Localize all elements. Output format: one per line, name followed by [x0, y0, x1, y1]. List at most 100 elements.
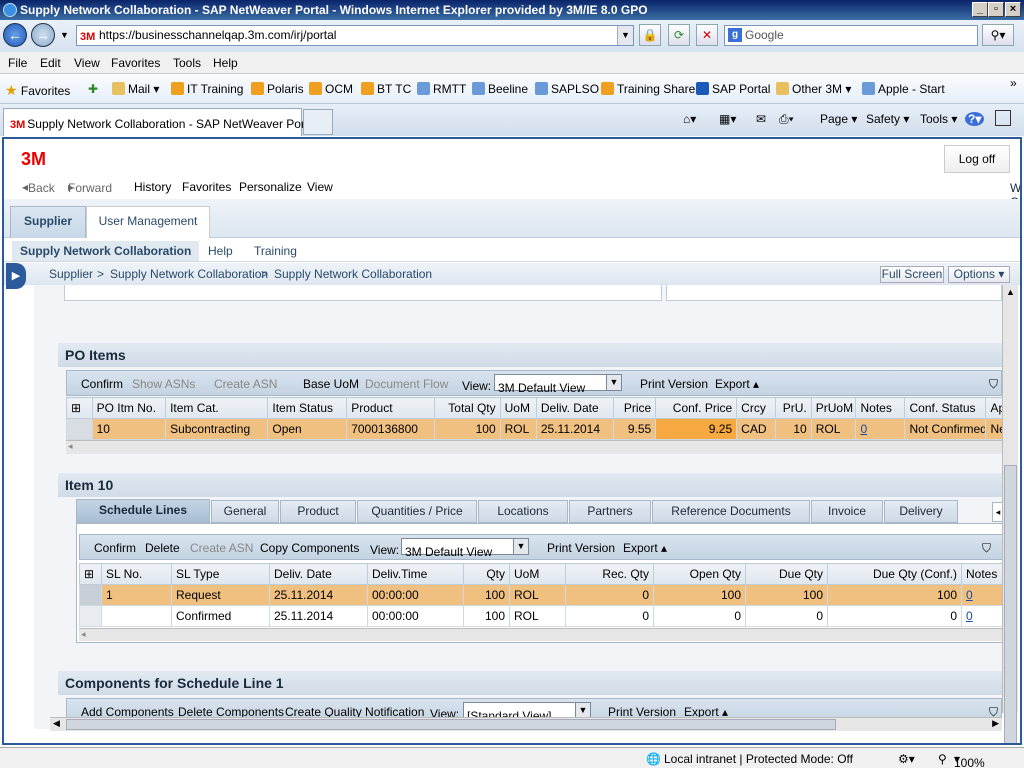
col-pru[interactable]: PrU.	[774, 397, 812, 419]
po-filter-icon[interactable]: ⛉	[989, 377, 998, 392]
col-sl-qty[interactable]: Qty	[463, 563, 510, 585]
expand-sidebar-icon[interactable]: ▶	[6, 263, 26, 289]
search-input[interactable]: g Google	[724, 25, 978, 46]
url-dropdown-icon[interactable]: ▼	[617, 26, 633, 45]
col-product[interactable]: Product	[346, 397, 435, 419]
fav-bt-tc[interactable]: BT TC	[361, 82, 411, 96]
po-horizontal-scrollbar[interactable]: ◂	[66, 440, 1002, 454]
col-total-qty[interactable]: Total Qty	[433, 397, 501, 419]
history-dropdown-icon[interactable]: ▼	[60, 30, 69, 40]
scroll-thumb[interactable]	[1004, 465, 1017, 743]
research-icon[interactable]	[995, 110, 1011, 126]
sl-select-all-icon[interactable]: ⊞	[79, 563, 102, 585]
fav-apple-start[interactable]: Apple - Start	[862, 82, 945, 96]
crumb-supplier[interactable]: Supplier	[49, 267, 93, 281]
sl-create-asn-button[interactable]: Create ASN	[190, 541, 253, 555]
fav-it-training[interactable]: IT Training	[171, 82, 243, 96]
col-item-status[interactable]: Item Status	[267, 397, 348, 419]
back-button[interactable]: ←	[3, 23, 27, 47]
tab-partners[interactable]: Partners	[569, 500, 651, 523]
menu-file[interactable]: File	[8, 56, 27, 70]
fav-saplso[interactable]: SAPLSO	[535, 82, 599, 96]
input-deliv-date[interactable]: 25.11.2014	[269, 605, 368, 627]
col-crcy[interactable]: Crcy	[736, 397, 776, 419]
h-scroll-thumb[interactable]	[66, 719, 836, 730]
feeds-icon[interactable]: ▦▾	[719, 112, 736, 126]
tab-general[interactable]: General	[211, 500, 279, 523]
fav-training-share[interactable]: Training Share	[601, 82, 695, 96]
protected-mode-icon[interactable]: ⚙▾	[898, 752, 915, 766]
lock-icon[interactable]: 🔒	[639, 24, 661, 46]
page-menu[interactable]: Page ▾	[820, 112, 857, 126]
tab-reference-documents[interactable]: Reference Documents	[652, 500, 810, 523]
logoff-button[interactable]: Log off	[944, 145, 1010, 173]
menu-favorites[interactable]: Favorites	[111, 56, 160, 70]
content-horizontal-scrollbar[interactable]: ◀ ▶	[50, 717, 1002, 731]
table-row[interactable]: 1 Request 25.11.2014 00:00:00 100 ROL 0 …	[79, 584, 1004, 606]
col-uom[interactable]: UoM	[499, 397, 537, 419]
fav-sap-portal[interactable]: SAP Portal	[696, 82, 770, 96]
col-due-qty[interactable]: Due Qty	[745, 563, 828, 585]
menu-view[interactable]: View	[74, 56, 100, 70]
tln-supplier-tab[interactable]: Supplier	[10, 206, 86, 238]
sl-view-select[interactable]: 3M Default View ▼	[401, 538, 529, 559]
col-sl-deliv-date[interactable]: Deliv. Date	[269, 563, 368, 585]
tab-product[interactable]: Product	[280, 500, 356, 523]
row-selector[interactable]	[79, 584, 102, 606]
table-row[interactable]: 10 Subcontracting Open 7000136800 100 RO…	[66, 418, 1002, 440]
view-link[interactable]: View	[307, 180, 333, 194]
col-rec-qty[interactable]: Rec. Qty	[565, 563, 654, 585]
tab-schedule-lines[interactable]: Schedule Lines	[76, 499, 210, 523]
favorites-button[interactable]: ★ Favorites	[5, 82, 70, 99]
table-row[interactable]: Confirmed 25.11.2014 00:00:00 100 ROL 0 …	[79, 605, 1004, 627]
col-sl-uom[interactable]: UoM	[509, 563, 566, 585]
subnav-training[interactable]: Training	[254, 244, 297, 258]
sl-delete-button[interactable]: Delete	[145, 541, 180, 555]
tab-delivery[interactable]: Delivery	[884, 500, 958, 523]
col-price[interactable]: Price	[612, 397, 657, 419]
col-item-cat[interactable]: Item Cat.	[165, 397, 269, 419]
fav-polaris[interactable]: Polaris	[251, 82, 304, 96]
subnav-snc[interactable]: Supply Network Collaboration	[12, 241, 200, 261]
history-back-button[interactable]: ◂ Back	[22, 180, 55, 195]
col-po-itm-no[interactable]: PO Itm No.	[91, 397, 167, 419]
po-create-asn-button[interactable]: Create ASN	[214, 377, 277, 391]
close-window-button[interactable]: ×	[1005, 2, 1021, 17]
sl-horizontal-scrollbar[interactable]: ◂	[79, 628, 1003, 641]
history-link[interactable]: History	[134, 180, 171, 194]
stop-icon[interactable]: ✕	[696, 24, 718, 46]
notes-link[interactable]: 0	[966, 609, 973, 623]
col-due-qty-conf[interactable]: Due Qty (Conf.)	[827, 563, 962, 585]
input-qty[interactable]: 100	[463, 605, 510, 627]
forward-button[interactable]: →	[31, 23, 55, 47]
po-confirm-button[interactable]: Confirm	[81, 377, 123, 391]
options-button[interactable]: Options ▾	[948, 266, 1010, 283]
content-vertical-scrollbar[interactable]: ▲	[1002, 285, 1018, 743]
minimize-button[interactable]: _	[972, 2, 988, 17]
col-open-qty[interactable]: Open Qty	[653, 563, 746, 585]
fav-beeline[interactable]: Beeline	[472, 82, 528, 96]
copy-components-button[interactable]: Copy Components	[260, 541, 359, 555]
tools-menu[interactable]: Tools ▾	[920, 112, 957, 126]
col-sl-no[interactable]: SL No.	[101, 563, 172, 585]
menu-help[interactable]: Help	[213, 56, 238, 70]
col-appr-status[interactable]: Appr. S	[985, 397, 1002, 419]
zoom-icon[interactable]: ⚲	[938, 752, 947, 766]
add-favorite-icon[interactable]: ✚	[88, 82, 98, 96]
input-deliv-time[interactable]: 00:00:00	[367, 605, 464, 627]
personalize-link[interactable]: Personalize	[239, 180, 302, 194]
col-deliv-date[interactable]: Deliv. Date	[535, 397, 614, 419]
fav-rmtt[interactable]: RMTT	[417, 82, 466, 96]
browser-tab-active[interactable]: 3M Supply Network Collaboration - SAP Net…	[3, 108, 318, 136]
base-uom-button[interactable]: Base UoM	[303, 377, 359, 391]
notes-link[interactable]: 0	[966, 588, 973, 602]
sl-confirm-button[interactable]: Confirm	[94, 541, 136, 555]
new-tab-button[interactable]	[303, 109, 333, 135]
url-field[interactable]: 3M https://businesschannelqap.3m.com/irj…	[76, 25, 634, 46]
maximize-button[interactable]: ▫	[988, 2, 1004, 17]
menu-tools[interactable]: Tools	[173, 56, 201, 70]
show-asns-button[interactable]: Show ASNs	[132, 377, 195, 391]
home-icon[interactable]: ⌂▾	[683, 112, 696, 126]
fav-ocm[interactable]: OCM	[309, 82, 353, 96]
document-flow-button[interactable]: Document Flow	[365, 377, 448, 391]
